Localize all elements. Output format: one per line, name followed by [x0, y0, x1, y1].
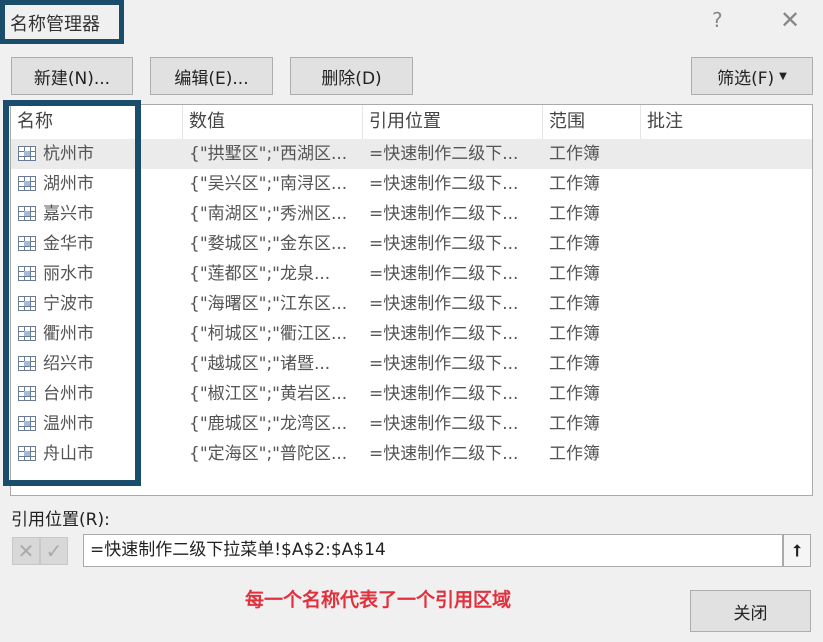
- scope-cell: 工作簿: [549, 204, 600, 224]
- refers-to-cell: =快速制作二级下...: [369, 174, 519, 194]
- refers-to-cell: =快速制作二级下...: [369, 384, 519, 404]
- refers-to-cell: =快速制作二级下...: [369, 264, 519, 284]
- column-header-value[interactable]: 数值: [183, 105, 363, 139]
- refers-to-cell: =快速制作二级下...: [369, 444, 519, 464]
- value-cell: {"莲都区";"龙泉...: [189, 264, 331, 284]
- value-cell: {"定海区";"普陀区...: [189, 444, 348, 464]
- column-header-scope[interactable]: 范围: [543, 105, 641, 139]
- refers-to-cell: =快速制作二级下...: [369, 204, 519, 224]
- value-cell: {"拱墅区";"西湖区...: [189, 144, 348, 164]
- filter-label: 筛选(F): [717, 68, 775, 89]
- delete-button[interactable]: 删除(D): [290, 57, 413, 95]
- scope-cell: 工作簿: [549, 354, 600, 374]
- scope-cell: 工作簿: [549, 174, 600, 194]
- value-cell: {"鹿城区";"龙湾区...: [189, 414, 348, 434]
- value-cell: {"吴兴区";"南浔区...: [189, 174, 348, 194]
- cancel-edit-icon[interactable]: ✕: [12, 537, 40, 565]
- edit-button[interactable]: 编辑(E)...: [150, 57, 273, 95]
- scope-cell: 工作簿: [549, 324, 600, 344]
- column-header-comment[interactable]: 批注: [641, 105, 812, 139]
- refers-to-cell: =快速制作二级下...: [369, 414, 519, 434]
- value-cell: {"海曙区";"江东区...: [189, 294, 348, 314]
- filter-button[interactable]: 筛选(F) ▼: [691, 57, 813, 95]
- value-cell: {"婺城区";"金东区...: [189, 234, 348, 254]
- refers-to-label: 引用位置(R):: [11, 510, 110, 530]
- refers-to-cell: =快速制作二级下...: [369, 354, 519, 374]
- annotation-text: 每一个名称代表了一个引用区域: [245, 589, 512, 611]
- value-cell: {"南湖区";"秀洲区...: [189, 204, 348, 224]
- name-column-highlight-box: [3, 100, 141, 486]
- close-icon[interactable]: ✕: [780, 6, 800, 34]
- refers-to-input[interactable]: =快速制作二级下拉菜单!$A$2:$A$14: [83, 534, 783, 567]
- close-button[interactable]: 关闭: [690, 590, 811, 632]
- help-button[interactable]: ?: [712, 8, 723, 32]
- dropdown-arrow-icon: ▼: [779, 70, 787, 82]
- confirm-edit-icon[interactable]: ✓: [40, 537, 68, 565]
- scope-cell: 工作簿: [549, 384, 600, 404]
- value-cell: {"柯城区";"衢江区...: [189, 324, 348, 344]
- refers-to-cell: =快速制作二级下...: [369, 294, 519, 314]
- scope-cell: 工作簿: [549, 144, 600, 164]
- value-cell: {"椒江区";"黄岩区...: [189, 384, 348, 404]
- scope-cell: 工作簿: [549, 444, 600, 464]
- scope-cell: 工作簿: [549, 264, 600, 284]
- refers-to-cell: =快速制作二级下...: [369, 144, 519, 164]
- scope-cell: 工作簿: [549, 234, 600, 254]
- scope-cell: 工作簿: [549, 294, 600, 314]
- refers-to-cell: =快速制作二级下...: [369, 234, 519, 254]
- column-header-refers-to[interactable]: 引用位置: [363, 105, 543, 139]
- scope-cell: 工作簿: [549, 414, 600, 434]
- title-highlight-box: [0, 0, 124, 44]
- refers-to-cell: =快速制作二级下...: [369, 324, 519, 344]
- value-cell: {"越城区";"诸暨...: [189, 354, 331, 374]
- new-button[interactable]: 新建(N)...: [11, 57, 133, 95]
- collapse-dialog-icon[interactable]: ⭡: [783, 534, 811, 567]
